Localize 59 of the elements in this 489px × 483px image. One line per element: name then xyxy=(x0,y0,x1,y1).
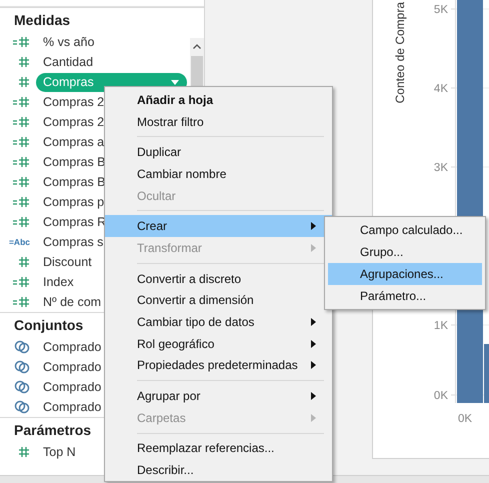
axis-title: Conteo de Compra xyxy=(393,2,407,104)
calculated-measure-icon xyxy=(12,296,30,308)
section-header: Medidas xyxy=(13,11,70,30)
field-name[interactable]: Compras 2 xyxy=(43,115,104,129)
calculated-measure-icon xyxy=(12,116,30,128)
menu-item[interactable]: Agrupaciones... xyxy=(328,263,482,285)
set-icon xyxy=(14,360,30,374)
axis-tick-label: 4K xyxy=(434,83,448,95)
axis-tick-label: 5K xyxy=(434,4,448,16)
menu-item[interactable]: Grupo... xyxy=(328,241,482,263)
field-name[interactable]: Compras s xyxy=(43,235,104,249)
menu-item[interactable]: Añadir a hoja xyxy=(105,89,332,111)
measure-icon xyxy=(18,256,30,268)
section-header: Conjuntos xyxy=(13,316,84,335)
field-name[interactable]: % vs año xyxy=(43,35,94,49)
scroll-up-icon[interactable] xyxy=(193,44,201,49)
field-name[interactable]: Top N xyxy=(43,445,76,459)
axis-tick-label: 3K xyxy=(434,162,448,174)
calculated-measure-icon xyxy=(12,156,30,168)
field-name[interactable]: Comprado xyxy=(43,340,102,354)
field-name[interactable]: Compras a xyxy=(43,135,104,149)
menu-item[interactable]: Agrupar por xyxy=(105,385,332,407)
calculated-measure-icon xyxy=(12,276,30,288)
field-name[interactable]: Comprado xyxy=(43,380,102,394)
menu-item[interactable]: Rol geográfico xyxy=(105,332,332,355)
set-icon xyxy=(14,380,30,394)
field-name[interactable]: Cantidad xyxy=(43,55,94,69)
menu-item[interactable]: Mostrar filtro xyxy=(105,110,332,132)
calculated-measure-icon xyxy=(12,216,30,228)
calculated-measure-icon xyxy=(12,196,30,208)
section-header: Parámetros xyxy=(13,421,92,440)
axis-tick-label: 0K xyxy=(434,390,448,402)
field-name[interactable]: Index xyxy=(43,275,74,289)
field-name[interactable]: Discount xyxy=(43,255,92,269)
field-name[interactable]: Comprado xyxy=(43,400,102,414)
string-type-label: =Abc xyxy=(8,237,30,247)
set-icon xyxy=(14,340,30,354)
menu-item[interactable]: Reemplazar referencias... xyxy=(105,438,332,460)
menu-item[interactable]: Parámetro... xyxy=(328,285,482,307)
field-name[interactable]: Compras 2 xyxy=(43,95,104,109)
measure-icon xyxy=(18,446,30,458)
menu-item[interactable]: Cambiar tipo de datos xyxy=(105,311,332,333)
axis-tick-label: 0K xyxy=(458,413,472,425)
measure-icon xyxy=(18,56,30,68)
menu-item[interactable]: Duplicar xyxy=(105,141,332,164)
calculated-measure-icon xyxy=(12,176,30,188)
menu-item[interactable]: Crear xyxy=(105,215,332,238)
calculated-measure-icon xyxy=(12,36,30,48)
menu-item[interactable]: Cambiar nombre xyxy=(105,163,332,185)
set-icon xyxy=(14,400,30,414)
menu-item[interactable]: Describir... xyxy=(105,459,332,481)
calculated-measure-icon xyxy=(12,136,30,148)
axis-tick-label: 1K xyxy=(434,320,448,332)
field-name[interactable]: Comprado xyxy=(43,360,102,374)
measure-icon xyxy=(18,76,30,88)
field-name[interactable]: Nº de com xyxy=(43,295,102,309)
field-name[interactable]: Compras p xyxy=(43,195,104,209)
calculated-measure-icon xyxy=(12,96,30,108)
menu-item[interactable]: Propiedades predeterminadas xyxy=(105,354,332,376)
